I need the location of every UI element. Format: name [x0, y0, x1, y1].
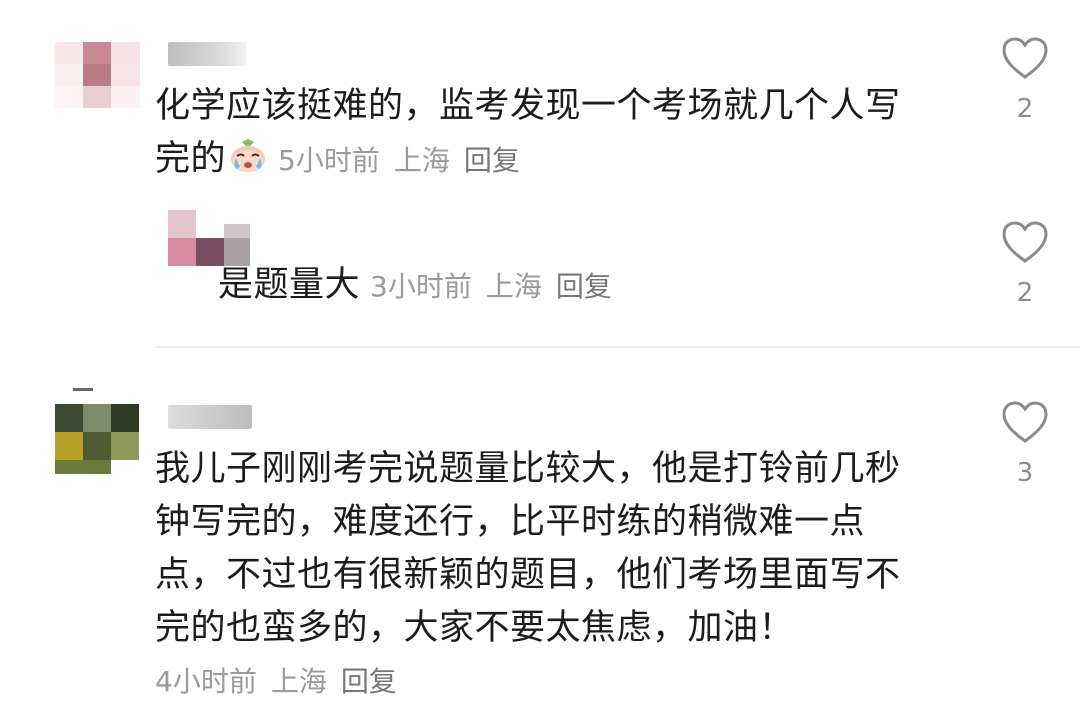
- comment-meta: 5小时前 上海 回复: [278, 144, 534, 177]
- like-button[interactable]: 3: [995, 400, 1055, 488]
- avatar[interactable]: [55, 42, 140, 108]
- comment-text-line: 完的也蛮多的，大家不要太焦虑，加油！: [155, 608, 795, 648]
- reply-button[interactable]: 回复: [464, 144, 520, 177]
- timestamp: 3小时前: [370, 270, 472, 303]
- comment-text-line: 点，不过也有很新颖的题目，他们考场里面写不: [155, 555, 901, 595]
- username-blurred[interactable]: [168, 42, 246, 66]
- comment-meta: 3小时前 上海 回复: [370, 270, 626, 303]
- like-button[interactable]: 2: [995, 36, 1055, 124]
- heart-outline-icon: [1002, 37, 1048, 79]
- like-count: 2: [1016, 278, 1034, 308]
- avatar[interactable]: [168, 210, 250, 266]
- username-blurred[interactable]: [168, 405, 252, 429]
- comment-text-line: 钟写完的，难度还行，比平时练的稍微难一点: [155, 502, 866, 542]
- comment-text-line: 我儿子刚刚考完说题量比较大，他是打铃前几秒: [155, 449, 901, 489]
- location: 上海: [270, 665, 327, 698]
- comment-text: 化学应该挺难的，监考发现一个考场就几个人写 完的 5小时前 上海 回复: [155, 80, 901, 187]
- reply-button[interactable]: 回复: [341, 665, 397, 698]
- heart-outline-icon: [1002, 221, 1048, 263]
- comment-text: 我儿子刚刚考完说题量比较大，他是打铃前几秒 钟写完的，难度还行，比平时练的稍微难…: [155, 443, 901, 708]
- location: 上海: [485, 270, 542, 303]
- reply-button[interactable]: 回复: [556, 270, 612, 303]
- crying-face-emoji-icon: [228, 137, 268, 173]
- heart-outline-icon: [1002, 401, 1048, 443]
- avatar[interactable]: [55, 388, 139, 476]
- location: 上海: [393, 144, 450, 177]
- divider: [155, 346, 1080, 348]
- comment-text-line: 化学应该挺难的，监考发现一个考场就几个人写: [155, 86, 901, 126]
- timestamp: 5小时前: [278, 144, 380, 177]
- timestamp: 4小时前: [155, 665, 257, 698]
- comment-text-line-end: 完的: [155, 139, 227, 179]
- like-button[interactable]: 2: [995, 220, 1055, 308]
- comment-text-line: 是题量大: [218, 265, 361, 305]
- like-count: 3: [1016, 458, 1034, 488]
- comment-text-line: 完的 5小时前 上海 回复: [155, 133, 901, 187]
- like-count: 2: [1016, 94, 1034, 124]
- comment-text: 是题量大 3小时前 上海 回复: [218, 259, 626, 313]
- comment-meta: 4小时前 上海 回复: [155, 655, 901, 708]
